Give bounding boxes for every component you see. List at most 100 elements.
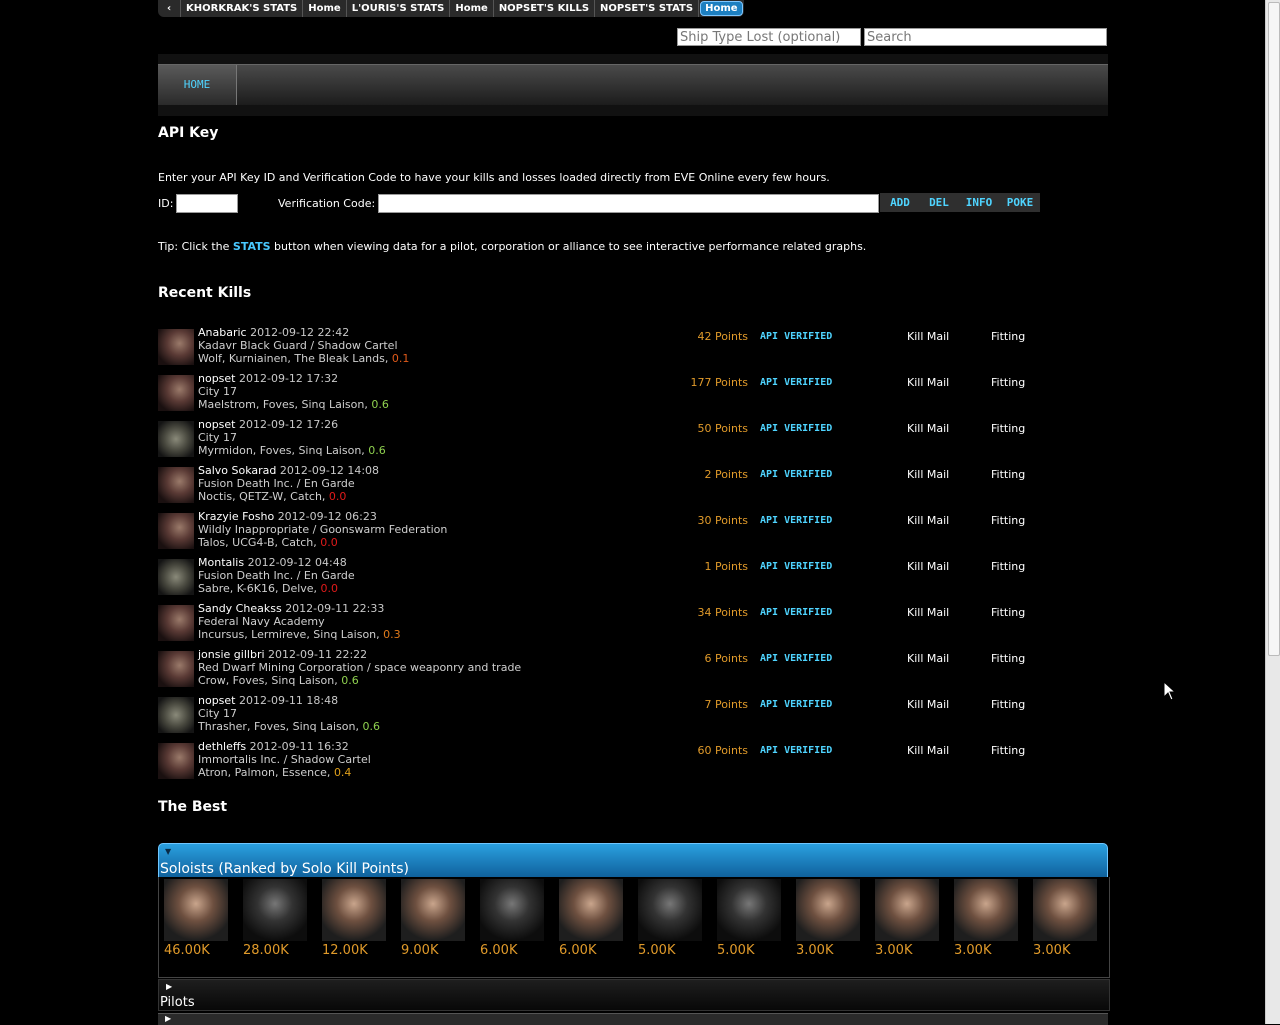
kill-mail-link[interactable]: Kill Mail bbox=[907, 330, 949, 343]
ship-thumbnail[interactable] bbox=[158, 559, 194, 595]
pilot-portrait[interactable] bbox=[480, 879, 544, 941]
victim-corporation[interactable]: City 17 bbox=[198, 431, 237, 444]
kill-row[interactable]: Anabaric 2012-09-12 22:42 Kadavr Black Gu… bbox=[158, 326, 1038, 366]
victim-name[interactable]: Salvo Sokarad bbox=[198, 464, 276, 477]
victim-corporation[interactable]: City 17 bbox=[198, 385, 237, 398]
kill-row[interactable]: nopset 2012-09-11 18:48 City 17 Thrasher, … bbox=[158, 694, 1038, 734]
pilot-portrait[interactable] bbox=[954, 879, 1018, 941]
victim-corporation[interactable]: Red Dwarf Mining Corporation / space wea… bbox=[198, 661, 521, 674]
pilot-portrait[interactable] bbox=[796, 879, 860, 941]
fitting-link[interactable]: Fitting bbox=[991, 376, 1025, 389]
kill-row[interactable]: Sandy Cheakss 2012-09-11 22:33 Federal Na… bbox=[158, 602, 1038, 642]
expand-triangle-icon[interactable]: ▶ bbox=[166, 982, 172, 991]
expand-triangle-icon[interactable]: ▶ bbox=[165, 1014, 171, 1024]
victim-corporation[interactable]: City 17 bbox=[198, 707, 237, 720]
scrollbar-thumb[interactable] bbox=[1268, 2, 1280, 656]
kill-mail-link[interactable]: Kill Mail bbox=[907, 652, 949, 665]
victim-name[interactable]: Montalis bbox=[198, 556, 244, 569]
breadcrumb-item[interactable]: Home bbox=[450, 0, 494, 17]
ship-thumbnail[interactable] bbox=[158, 421, 194, 457]
ship-thumbnail[interactable] bbox=[158, 467, 194, 503]
victim-name[interactable]: dethleffs bbox=[198, 740, 246, 753]
ship-type-lost-input[interactable]: Ship Type Lost (optional) bbox=[677, 28, 861, 46]
breadcrumb-item[interactable]: KHORKRAK'S STATS bbox=[181, 0, 304, 17]
fitting-link[interactable]: Fitting bbox=[991, 468, 1025, 481]
pilot-portrait[interactable] bbox=[717, 879, 781, 941]
victim-corporation[interactable]: Immortalis Inc. / Shadow Cartel bbox=[198, 753, 371, 766]
collapse-triangle-icon[interactable]: ▼ bbox=[165, 847, 171, 856]
breadcrumb-item[interactable]: NOPSET'S KILLS bbox=[494, 0, 596, 17]
info-button[interactable]: INFO bbox=[958, 193, 1000, 212]
victim-corporation[interactable]: Wildly Inappropriate / Goonswarm Federat… bbox=[198, 523, 447, 536]
ship-thumbnail[interactable] bbox=[158, 375, 194, 411]
api-id-input[interactable] bbox=[176, 194, 238, 213]
kill-row[interactable]: nopset 2012-09-12 17:26 City 17 Myrmidon, … bbox=[158, 418, 1038, 458]
ship-thumbnail[interactable] bbox=[158, 743, 194, 779]
breadcrumb-item[interactable]: L'OURIS'S STATS bbox=[347, 0, 451, 17]
verification-code-input[interactable] bbox=[378, 194, 879, 213]
kill-mail-link[interactable]: Kill Mail bbox=[907, 514, 949, 527]
fitting-link[interactable]: Fitting bbox=[991, 422, 1025, 435]
pilot-portrait[interactable] bbox=[875, 879, 939, 941]
nav-home[interactable]: HOME bbox=[158, 65, 237, 105]
next-panel-header[interactable]: ▶ bbox=[158, 1013, 1108, 1025]
victim-name[interactable]: Krazyie Fosho bbox=[198, 510, 274, 523]
ship-thumbnail[interactable] bbox=[158, 513, 194, 549]
pilot-portrait[interactable] bbox=[401, 879, 465, 941]
scrollbar[interactable] bbox=[1265, 0, 1280, 1024]
fitting-link[interactable]: Fitting bbox=[991, 698, 1025, 711]
victim-corporation[interactable]: Federal Navy Academy bbox=[198, 615, 325, 628]
search-input[interactable]: Search bbox=[864, 28, 1107, 46]
fitting-link[interactable]: Fitting bbox=[991, 560, 1025, 573]
ship-thumbnail[interactable] bbox=[158, 697, 194, 733]
kill-mail-link[interactable]: Kill Mail bbox=[907, 698, 949, 711]
breadcrumb-item-active[interactable]: Home bbox=[700, 1, 743, 16]
pilot-portrait[interactable] bbox=[1033, 879, 1097, 941]
del-button[interactable]: DEL bbox=[920, 193, 958, 212]
kill-mail-link[interactable]: Kill Mail bbox=[907, 422, 949, 435]
kill-row[interactable]: Salvo Sokarad 2012-09-12 14:08 Fusion Dea… bbox=[158, 464, 1038, 504]
fitting-link[interactable]: Fitting bbox=[991, 330, 1025, 343]
victim-corporation[interactable]: Fusion Death Inc. / En Garde bbox=[198, 569, 355, 582]
kill-row[interactable]: jonsie gillbri 2012-09-11 22:22 Red Dwarf… bbox=[158, 648, 1038, 688]
fitting-link[interactable]: Fitting bbox=[991, 514, 1025, 527]
kill-mail-link[interactable]: Kill Mail bbox=[907, 560, 949, 573]
fitting-link[interactable]: Fitting bbox=[991, 744, 1025, 757]
victim-name[interactable]: Anabaric bbox=[198, 326, 247, 339]
api-verified-badge: API VERIFIED bbox=[760, 699, 833, 710]
kill-row[interactable]: dethleffs 2012-09-11 16:32 Immortalis Inc… bbox=[158, 740, 1038, 780]
stats-link[interactable]: STATS bbox=[233, 240, 271, 253]
victim-corporation[interactable]: Kadavr Black Guard / Shadow Cartel bbox=[198, 339, 398, 352]
back-arrow-icon[interactable]: ‹ bbox=[158, 0, 181, 17]
pilot-portrait[interactable] bbox=[243, 879, 307, 941]
pilot-portrait[interactable] bbox=[559, 879, 623, 941]
kill-mail-link[interactable]: Kill Mail bbox=[907, 744, 949, 757]
kill-mail-link[interactable]: Kill Mail bbox=[907, 606, 949, 619]
kill-row[interactable]: Krazyie Fosho 2012-09-12 06:23 Wildly Ina… bbox=[158, 510, 1038, 550]
fitting-link[interactable]: Fitting bbox=[991, 652, 1025, 665]
ship-thumbnail[interactable] bbox=[158, 651, 194, 687]
pilot-portrait[interactable] bbox=[638, 879, 702, 941]
ship-thumbnail[interactable] bbox=[158, 605, 194, 641]
breadcrumb-item[interactable]: Home bbox=[303, 0, 347, 17]
victim-name[interactable]: jonsie gillbri bbox=[198, 648, 265, 661]
victim-name[interactable]: nopset bbox=[198, 694, 236, 707]
kill-row[interactable]: nopset 2012-09-12 17:32 City 17 Maelstrom,… bbox=[158, 372, 1038, 412]
victim-name[interactable]: nopset bbox=[198, 418, 236, 431]
victim-corporation[interactable]: Fusion Death Inc. / En Garde bbox=[198, 477, 355, 490]
fitting-link[interactable]: Fitting bbox=[991, 606, 1025, 619]
pilots-panel-header[interactable]: ▶ Pilots bbox=[158, 979, 1110, 1011]
victim-name[interactable]: Sandy Cheakss bbox=[198, 602, 282, 615]
kill-mail-link[interactable]: Kill Mail bbox=[907, 376, 949, 389]
add-button[interactable]: ADD bbox=[880, 193, 920, 212]
soloists-panel-header[interactable]: ▼ Soloists (Ranked by Solo Kill Points) bbox=[158, 843, 1108, 879]
kill-row[interactable]: Montalis 2012-09-12 04:48 Fusion Death In… bbox=[158, 556, 1038, 596]
poke-button[interactable]: POKE bbox=[1000, 193, 1040, 212]
ship-thumbnail[interactable] bbox=[158, 329, 194, 365]
security-status: 0.1 bbox=[391, 352, 410, 365]
pilot-portrait[interactable] bbox=[164, 879, 228, 941]
victim-name[interactable]: nopset bbox=[198, 372, 236, 385]
kill-mail-link[interactable]: Kill Mail bbox=[907, 468, 949, 481]
breadcrumb-item[interactable]: NOPSET'S STATS bbox=[595, 0, 700, 17]
pilot-portrait[interactable] bbox=[322, 879, 386, 941]
